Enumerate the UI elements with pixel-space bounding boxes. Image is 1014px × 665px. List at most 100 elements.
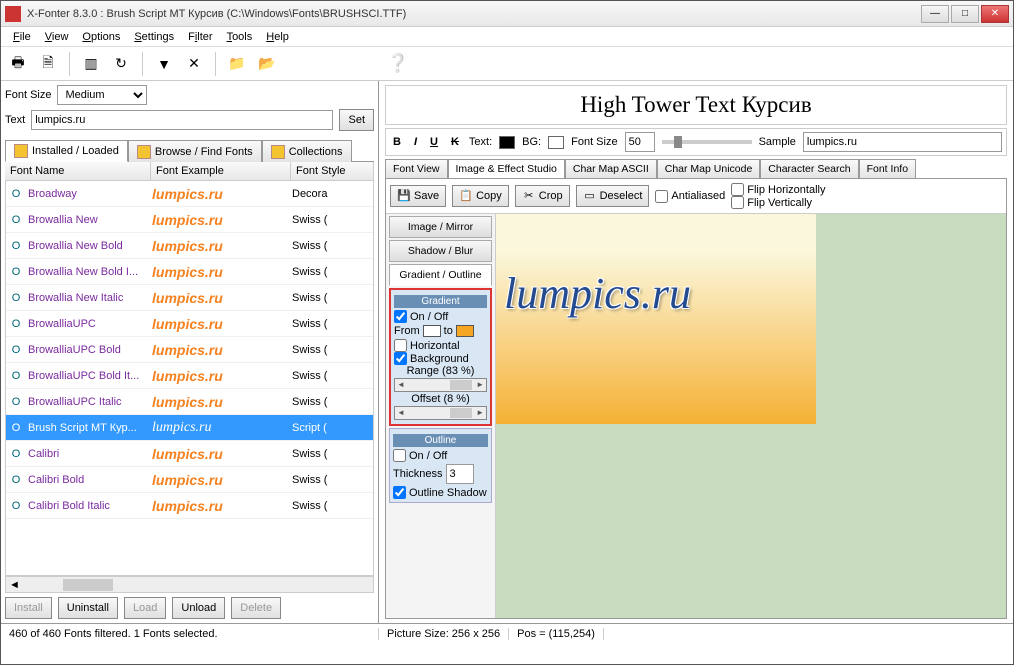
table-row[interactable]: OBroadwaylumpics.ruDecora [6,181,373,207]
table-row[interactable]: OCalibrilumpics.ruSwiss ( [6,441,373,467]
menu-options[interactable]: Options [76,29,126,45]
gradient-onoff[interactable]: On / Off [394,310,487,323]
fliph-check[interactable]: Flip Horizontally [731,183,825,196]
folder-icon[interactable]: 📁 [226,53,248,75]
col-fontstyle[interactable]: Font Style [291,162,374,180]
set-button[interactable]: Set [339,109,374,131]
table-row[interactable]: OCalibri Bold Italiclumpics.ruSwiss ( [6,493,373,519]
font-name: Browallia New Bold [26,240,152,252]
table-row[interactable]: OBrowalliaUPC Boldlumpics.ruSwiss ( [6,337,373,363]
font-example: lumpics.ru [152,368,292,384]
close-button[interactable]: ✕ [981,5,1009,23]
fontsize-spinner[interactable] [625,132,655,152]
filter-clear-icon[interactable]: ✕ [183,53,205,75]
format-bar: B I U K Text: BG: Font Size Sample [385,128,1007,156]
italic-button[interactable]: I [411,136,420,148]
outline-onoff[interactable]: On / Off [393,449,488,462]
hscrollbar[interactable]: ◄ [5,576,374,593]
font-name: Broadway [26,188,152,200]
minimize-button[interactable]: — [921,5,949,23]
bg-color-swatch[interactable] [548,136,564,149]
tab-imageeffect[interactable]: Image & Effect Studio [448,159,565,178]
font-type-icon: O [6,344,26,356]
font-type-icon: O [6,448,26,460]
bold-button[interactable]: B [390,136,404,148]
font-style: Swiss ( [292,292,373,304]
text-color-swatch[interactable] [499,136,515,149]
strike-button[interactable]: K [448,136,462,148]
menu-help[interactable]: Help [260,29,295,45]
menu-settings[interactable]: Settings [128,29,180,45]
copy-button[interactable]: 📋Copy [452,185,509,207]
font-example: lumpics.ru [152,446,292,462]
sidetab-gradient[interactable]: Gradient / Outline [389,264,492,286]
font-type-icon: O [6,474,26,486]
uninstall-button[interactable]: Uninstall [58,597,118,619]
fontsize-select[interactable]: Medium [57,85,147,105]
menu-tools[interactable]: Tools [221,29,259,45]
menu-view[interactable]: View [39,29,75,45]
load-button[interactable]: Load [124,597,166,619]
install-button[interactable]: Install [5,597,52,619]
table-row[interactable]: OBrowallia Newlumpics.ruSwiss ( [6,207,373,233]
menu-filter[interactable]: Filter [182,29,218,45]
sidetab-shadow[interactable]: Shadow / Blur [389,240,492,262]
sidetab-image[interactable]: Image / Mirror [389,216,492,238]
outline-shadow-check[interactable]: Outline Shadow [393,486,488,499]
table-row[interactable]: OBrowalliaUPClumpics.ruSwiss ( [6,311,373,337]
delete-button[interactable]: Delete [231,597,281,619]
tab-installed[interactable]: Installed / Loaded [5,140,128,162]
horizontal-check[interactable]: Horizontal [394,339,487,352]
table-row[interactable]: OBrowallia New Boldlumpics.ruSwiss ( [6,233,373,259]
table-row[interactable]: OBrush Script MT Кур...lumpics.ruScript … [6,415,373,441]
menu-file[interactable]: File [7,29,37,45]
tab-fontview[interactable]: Font View [385,159,448,178]
columns-icon[interactable]: ▥ [80,53,102,75]
gradient-panel: Gradient On / Off From to Horizontal Bac… [389,288,492,426]
maximize-button[interactable]: □ [951,5,979,23]
print-icon[interactable]: 🖶 [7,53,29,75]
deselect-button[interactable]: ▭Deselect [576,185,650,207]
font-example: lumpics.ru [152,264,292,280]
underline-button[interactable]: U [427,136,441,148]
thickness-spinner[interactable] [446,464,474,484]
gradient-to-swatch[interactable] [456,325,474,337]
antialiased-check[interactable]: Antialiased [655,190,725,203]
folder-open-icon[interactable]: 📂 [256,53,278,75]
col-fontname[interactable]: Font Name [5,162,151,180]
refresh-icon[interactable]: ↻ [110,53,132,75]
font-style: Swiss ( [292,370,373,382]
table-row[interactable]: OBrowalliaUPC Bold It...lumpics.ruSwiss … [6,363,373,389]
unload-button[interactable]: Unload [172,597,225,619]
tab-browse[interactable]: Browse / Find Fonts [128,140,262,162]
font-list[interactable]: OBroadwaylumpics.ruDecoraOBrowallia Newl… [5,181,374,576]
help-icon[interactable]: ❔ [387,53,409,75]
table-row[interactable]: OBrowallia New Italiclumpics.ruSwiss ( [6,285,373,311]
range-slider[interactable]: ◄► [394,378,487,392]
font-type-icon: O [6,214,26,226]
background-check[interactable]: Background [394,352,487,365]
canvas[interactable]: lumpics.ru [496,214,1006,618]
filter-icon[interactable]: ▼ [153,53,175,75]
table-row[interactable]: OBrowallia New Bold I...lumpics.ruSwiss … [6,259,373,285]
tab-fontinfo[interactable]: Font Info [859,159,916,178]
table-row[interactable]: OCalibri Boldlumpics.ruSwiss ( [6,467,373,493]
tab-charmap-unicode[interactable]: Char Map Unicode [657,159,761,178]
font-style: Swiss ( [292,500,373,512]
crop-button[interactable]: ✂Crop [515,185,570,207]
preview-icon[interactable]: 🗎 [37,53,59,75]
save-button[interactable]: 💾Save [390,185,446,207]
offset-slider[interactable]: ◄► [394,406,487,420]
font-type-icon: O [6,266,26,278]
col-fontexample[interactable]: Font Example [151,162,291,180]
tab-collections[interactable]: Collections [262,140,352,162]
font-example: lumpics.ru [152,212,292,228]
tab-charsearch[interactable]: Character Search [760,159,858,178]
table-row[interactable]: OBrowalliaUPC Italiclumpics.ruSwiss ( [6,389,373,415]
flipv-check[interactable]: Flip Vertically [731,196,825,209]
sample-text-input[interactable] [31,110,333,130]
tab-charmap-ascii[interactable]: Char Map ASCII [565,159,657,178]
fontsize-slider[interactable] [662,140,752,144]
sample-input[interactable] [803,132,1002,152]
gradient-from-swatch[interactable] [423,325,441,337]
